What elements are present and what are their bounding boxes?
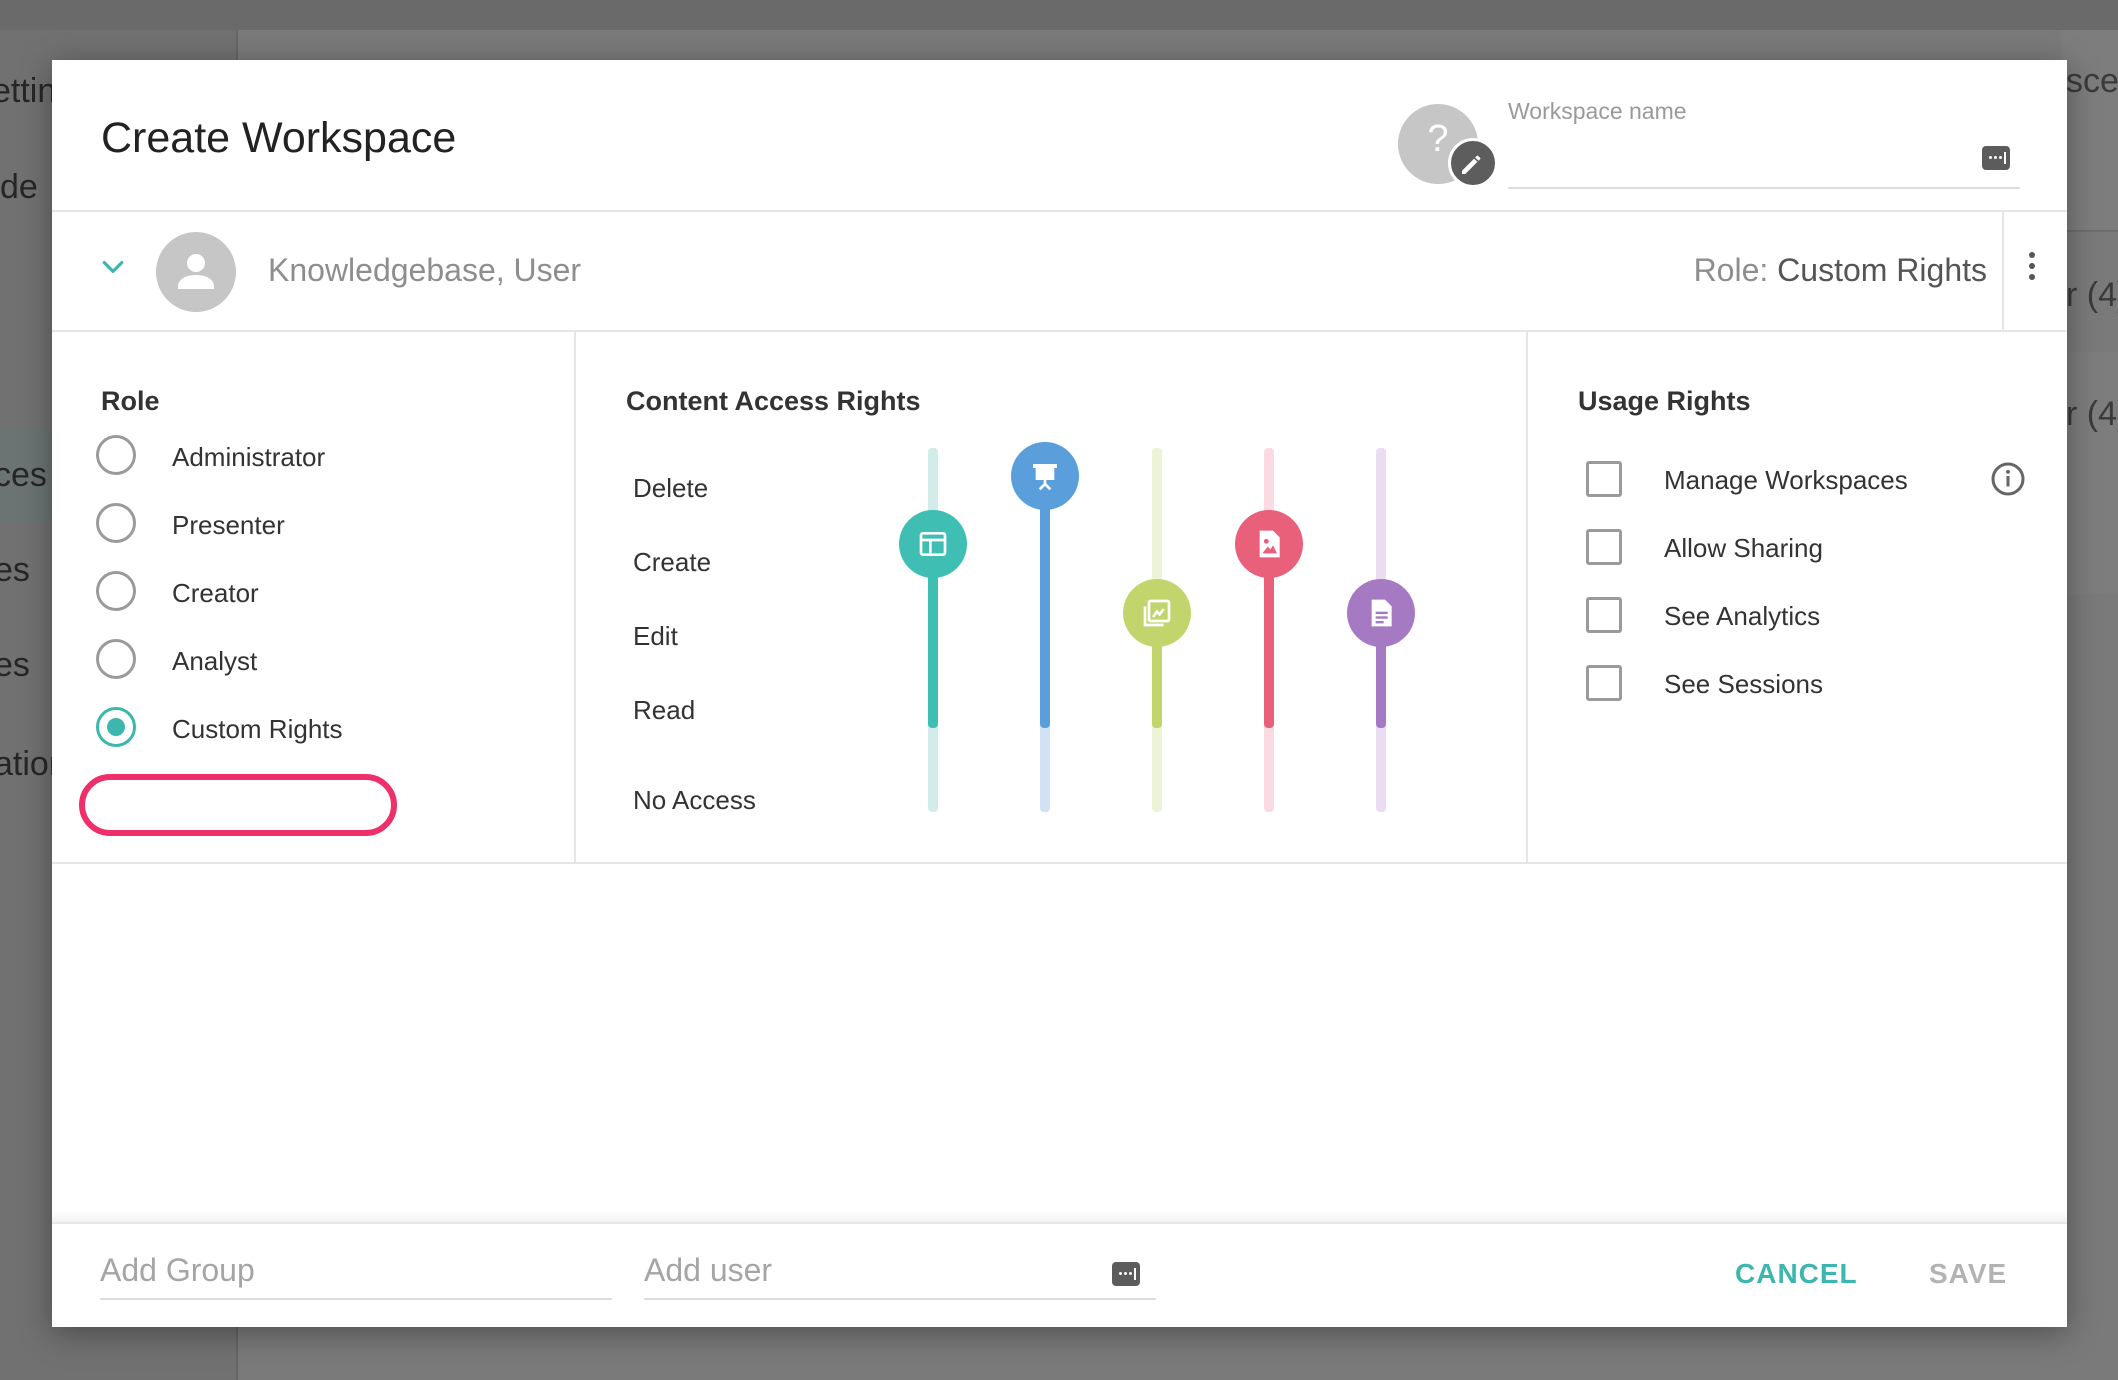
workspace-name-input[interactable] [1508, 135, 2020, 189]
checkbox-see-sessions[interactable] [1586, 665, 1622, 701]
radio-label-creator[interactable]: Creator [172, 578, 259, 609]
radio-label-presenter[interactable]: Presenter [172, 510, 285, 541]
label-manage-workspaces[interactable]: Manage Workspaces [1664, 465, 1908, 496]
user-icon [178, 254, 214, 289]
content-access-title: Content Access Rights [626, 386, 921, 416]
content-access-column: Content Access Rights Delete Create Edit… [576, 332, 1528, 862]
pencil-icon [1462, 155, 1481, 174]
usage-rights-column: Usage Rights Manage Workspaces Allow Sha… [1528, 332, 2067, 862]
permissions-panel: Role Administrator Presenter Creator Ana… [52, 332, 2067, 864]
background-topbar [0, 0, 2118, 30]
background-text: es [0, 551, 30, 589]
slider-handle-image[interactable] [1235, 510, 1303, 578]
level-label-create: Create [633, 547, 712, 577]
create-workspace-dialog: Create Workspace ? Workspace name Knowle… [52, 60, 2067, 1327]
radio-label-administrator[interactable]: Administrator [172, 442, 325, 473]
info-icon[interactable] [1990, 461, 2026, 497]
checkbox-manage-workspaces[interactable] [1586, 461, 1622, 497]
radio-label-custom-rights[interactable]: Custom Rights [172, 714, 343, 745]
role-summary-value: Custom Rights [1777, 252, 1987, 288]
level-label-edit: Edit [633, 621, 678, 651]
background-text: es [0, 646, 30, 684]
label-see-analytics[interactable]: See Analytics [1664, 601, 1820, 632]
workspace-name-label: Workspace name [1508, 98, 1687, 124]
slider-handle-presentation[interactable] [1011, 442, 1079, 510]
background-text: ces [0, 456, 47, 494]
dialog-title: Create Workspace [101, 114, 457, 162]
usage-rights-title: Usage Rights [1578, 386, 1751, 416]
divider [2002, 212, 2004, 330]
role-title: Role [101, 386, 160, 416]
level-label-delete: Delete [633, 473, 709, 503]
more-vert-icon[interactable] [2026, 252, 2038, 288]
level-label-read: Read [633, 695, 696, 725]
radio-analyst[interactable] [96, 639, 136, 679]
user-row: Knowledgebase, User Role: Custom Rights [52, 212, 2067, 332]
label-allow-sharing[interactable]: Allow Sharing [1664, 533, 1823, 564]
radio-administrator[interactable] [96, 435, 136, 475]
radio-label-analyst[interactable]: Analyst [172, 646, 257, 677]
background-text: r (4) [2066, 395, 2118, 433]
dialog-header: Create Workspace ? Workspace name [52, 60, 2067, 212]
presentation-icon [1033, 464, 1057, 491]
radio-presenter[interactable] [96, 503, 136, 543]
image-file-icon [1259, 530, 1280, 558]
background-text: scer [2066, 62, 2118, 100]
custom-rights-highlight [79, 774, 397, 836]
slider-fill-presentation [1040, 476, 1050, 728]
document-icon [1371, 599, 1392, 627]
dashboard-icon [919, 532, 947, 556]
background-text: de [0, 168, 38, 206]
footer-separator [52, 1210, 2067, 1222]
text-expander-icon[interactable] [1982, 146, 2010, 170]
avatar [156, 232, 236, 312]
checkbox-see-analytics[interactable] [1586, 597, 1622, 633]
slider-handle-document[interactable] [1347, 579, 1415, 647]
label-see-sessions[interactable]: See Sessions [1664, 669, 1823, 700]
add-user-input[interactable] [644, 1242, 1156, 1300]
slider-handle-media[interactable] [1123, 579, 1191, 647]
radio-creator[interactable] [96, 571, 136, 611]
chevron-down-icon[interactable] [98, 252, 128, 282]
cancel-button[interactable]: CANCEL [1735, 1258, 1858, 1290]
role-column: Role Administrator Presenter Creator Ana… [52, 332, 576, 862]
background-text: ettin [0, 72, 57, 110]
save-button[interactable]: SAVE [1929, 1258, 2007, 1290]
role-summary: Role: Custom Rights [1694, 252, 1987, 289]
dialog-footer: CANCEL SAVE [52, 1222, 2067, 1327]
add-group-input[interactable] [100, 1242, 612, 1300]
background-text: r (4) [2066, 276, 2118, 314]
checkbox-allow-sharing[interactable] [1586, 529, 1622, 565]
text-expander-icon[interactable] [1112, 1262, 1140, 1286]
level-label-no-access: No Access [633, 785, 756, 815]
edit-avatar-button[interactable] [1448, 138, 1498, 188]
image-edit-icon [1143, 599, 1171, 627]
role-summary-prefix: Role: [1693, 252, 1769, 288]
radio-custom-rights[interactable] [96, 707, 136, 747]
slider-handle-dashboard[interactable] [899, 510, 967, 578]
user-name: Knowledgebase, User [268, 252, 582, 288]
